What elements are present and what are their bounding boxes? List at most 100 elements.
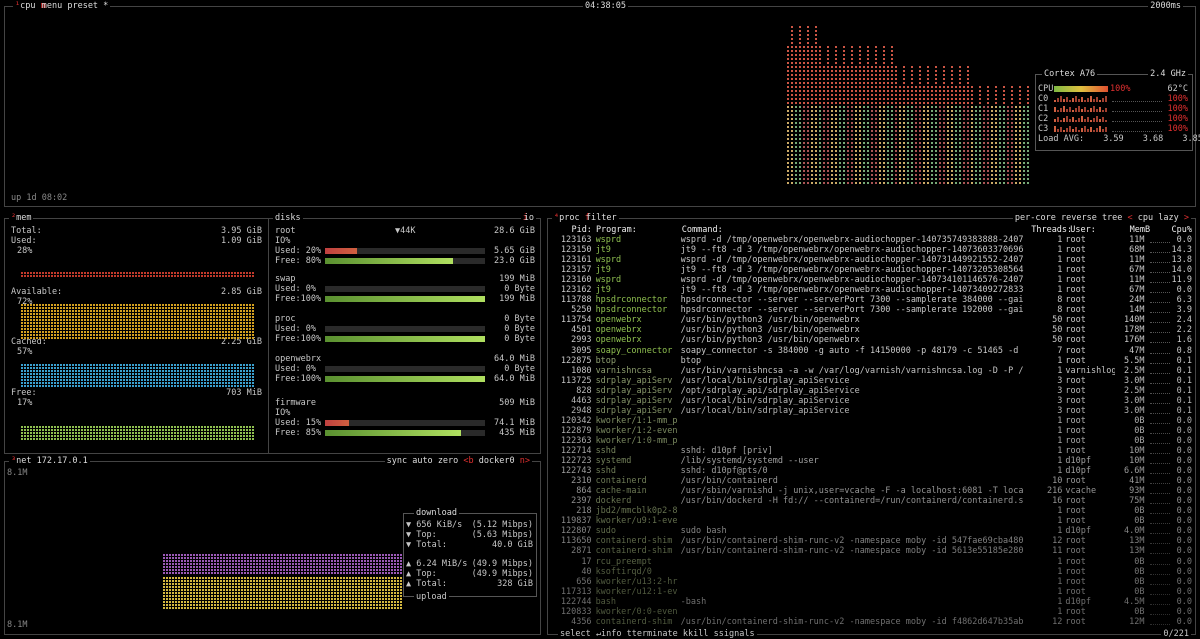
cpu-graph-dot [847, 166, 849, 168]
mem-graph-dot [210, 310, 212, 312]
mem-graph-dot [243, 385, 245, 387]
cpu-graph-dot [951, 86, 953, 88]
cpu-graph-dot [1011, 146, 1013, 148]
cpu-graph-dot [955, 102, 957, 104]
core-spark-bar [1066, 128, 1068, 132]
mem-graph-dot [102, 435, 104, 437]
cpu-graph-dot [855, 94, 857, 96]
mem-graph-dot [165, 325, 167, 327]
mem-graph-dot [75, 331, 77, 333]
mem-graph-dot [72, 307, 74, 309]
cpu-graph-dot [987, 170, 989, 172]
cpu-graph-dot [935, 126, 937, 128]
cpu-graph-dot [995, 110, 997, 112]
cpu-graph-dot [883, 78, 885, 80]
mem-graph-dot [90, 310, 92, 312]
cpu-graph-dot [787, 162, 789, 164]
core-spark-bar [1060, 120, 1062, 122]
mem-graph-dot [186, 373, 188, 375]
mem-graph-dot [66, 322, 68, 324]
mem-graph-dot [147, 304, 149, 306]
mem-graph-dot [102, 379, 104, 381]
mem-graph-dot [60, 319, 62, 321]
mem-graph-dot [162, 316, 164, 318]
cpu-graph-dot [835, 142, 837, 144]
mem-graph-dot [30, 313, 32, 315]
disks-title[interactable]: disks [275, 213, 301, 223]
mem-graph-dot [69, 426, 71, 428]
mem-graph-dot [84, 307, 86, 309]
net-dl-dot [214, 572, 216, 574]
cpu-graph-dot [803, 138, 805, 140]
cpu-graph-dot [879, 162, 881, 164]
mem-graph-dot [138, 334, 140, 336]
mem-graph-dot [210, 322, 212, 324]
mem-graph-dot [186, 367, 188, 369]
mem-graph-dot [129, 328, 131, 330]
cpu-graph-dot [811, 178, 813, 180]
mem-graph-dot [78, 438, 80, 440]
mem-graph-dot [78, 376, 80, 378]
mem-graph-dot [57, 337, 59, 339]
mem-graph-dot [225, 373, 227, 375]
net-dl-dot [274, 566, 276, 568]
cpu-graph-dot [915, 134, 917, 136]
mem-graph-dot [186, 322, 188, 324]
mem-graph-dot [39, 310, 41, 312]
cpu-graph-dot [955, 166, 957, 168]
cpu-graph-dot [839, 90, 841, 92]
net-ul-dot [289, 607, 291, 609]
cpu-graph-dot [839, 78, 841, 80]
net-dl-dot [277, 569, 279, 571]
mem-graph-dot [252, 438, 254, 440]
mem-graph-dot [51, 313, 53, 315]
mem-graph-dot [78, 379, 80, 381]
core-spark-bar [1069, 126, 1071, 132]
mem-graph-dot [33, 373, 35, 375]
mem-graph-dot [123, 272, 125, 274]
mem-graph-dot [186, 275, 188, 277]
cpu-graph-dot [999, 166, 1001, 168]
cpu-graph-dot [887, 142, 889, 144]
cpu-graph-dot [871, 78, 873, 80]
cpu-graph-dot [999, 142, 1001, 144]
net-ul-dot [295, 592, 297, 594]
mem-graph-dot [180, 435, 182, 437]
mem-graph-dot [216, 382, 218, 384]
io-toggle[interactable]: iio [520, 213, 536, 224]
net-dl-dot [310, 569, 312, 571]
mem-graph-dot [54, 316, 56, 318]
mem-graph-dot [252, 316, 254, 318]
net-dl-dot [217, 557, 219, 559]
mem-graph-dot [201, 304, 203, 306]
cpu-graph-dot [955, 150, 957, 152]
mem-graph-dot [243, 429, 245, 431]
mem-graph-dot [114, 319, 116, 321]
cpu-graph-dot [903, 82, 905, 84]
core-graph [1054, 106, 1108, 112]
mem-graph-dot [66, 435, 68, 437]
net-ul-dot [199, 604, 201, 606]
cpu-graph-dot [815, 58, 817, 60]
mem-graph-dot [36, 429, 38, 431]
cpu-graph-dot [911, 150, 913, 152]
mem-graph-dot [39, 331, 41, 333]
net-ul-dot [256, 607, 258, 609]
mem-graph-dot [81, 325, 83, 327]
mem-graph-dot [210, 325, 212, 327]
net-ul-dot [304, 586, 306, 588]
cpu-graph-dot [931, 166, 933, 168]
mem-graph-dot [66, 313, 68, 315]
net-ul-dot [220, 598, 222, 600]
cpu-graph-dot [871, 150, 873, 152]
mem-graph-dot [213, 382, 215, 384]
cpu-graph-dot [963, 94, 965, 96]
mem-graph-dot [252, 364, 254, 366]
mem-graph-dot [69, 376, 71, 378]
cpu-graph-dot [955, 170, 957, 172]
mem-graph-dot [30, 385, 32, 387]
net-ul-dot [205, 583, 207, 585]
cpu-graph-dot [1011, 162, 1013, 164]
net-dl-dot [259, 557, 261, 559]
cpu-graph-dot [791, 150, 793, 152]
